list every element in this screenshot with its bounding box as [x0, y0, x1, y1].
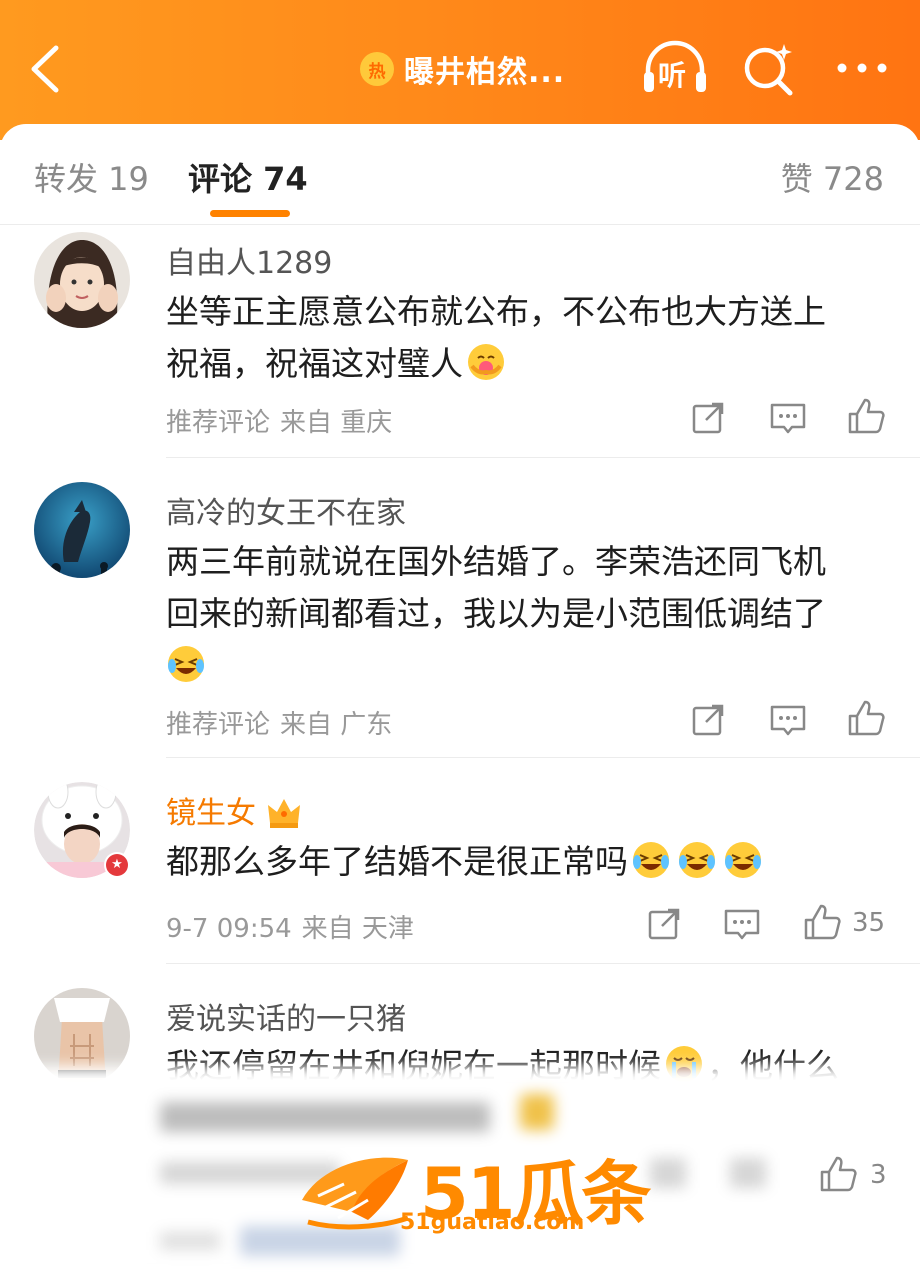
topic-title: 曝井柏然...: [404, 55, 566, 90]
username-text: 镜生女: [166, 796, 256, 831]
like-count: 3: [870, 1160, 887, 1190]
comment-text-line: 回来的新闻都看过，我以为是小范围低调结了: [166, 594, 826, 633]
blurred-emoji: [520, 1094, 554, 1130]
avatar[interactable]: [34, 232, 130, 328]
watermark-url: 51guatiao.com: [400, 1210, 585, 1235]
comment-meta: 推荐评论 来自 广东: [166, 704, 402, 741]
vip-badge: ★: [104, 852, 130, 878]
comment-text-fragment: 祝福，祝福这对璧人: [166, 344, 463, 383]
comment-text: 两三年前就说在国外结婚了。李荣浩还同飞机 回来的新闻都看过，我以为是小范围低调结…: [166, 536, 886, 692]
hot-badge: 热: [360, 52, 394, 86]
search-sparkle-icon[interactable]: [740, 40, 796, 96]
comment-text-line-2: 祝福，祝福这对璧人: [166, 338, 886, 390]
divider: [166, 457, 920, 458]
tab-comment[interactable]: 评论 74: [188, 154, 308, 200]
comment-time: 9-7 09:54: [166, 914, 292, 944]
more-dots-icon[interactable]: [836, 56, 888, 80]
like-icon[interactable]: [846, 396, 886, 436]
comment-meta: 推荐评论 来自 重庆: [166, 402, 402, 439]
share-icon[interactable]: [688, 700, 728, 740]
blurred-icon: [650, 1158, 686, 1188]
comment-meta: 9-7 09:54 来自 天津: [166, 908, 424, 945]
avatar[interactable]: [34, 482, 130, 578]
comment-text: 都那么多年了结婚不是很正常吗: [166, 836, 886, 888]
avatar[interactable]: ★: [34, 782, 130, 878]
username[interactable]: 高冷的女王不在家: [166, 488, 406, 532]
star-icon: ★: [106, 854, 128, 876]
comment-location: 来自 重庆: [280, 408, 393, 438]
laugh-cry-emoji-icon: [633, 842, 669, 878]
username[interactable]: 镜生女: [166, 788, 302, 832]
like-icon[interactable]: [818, 1154, 858, 1194]
reply-icon[interactable]: [722, 904, 762, 944]
comment-location: 来自 天津: [301, 914, 414, 944]
laugh-cry-emoji-icon: [168, 646, 204, 682]
comment-text-line: [166, 640, 886, 692]
tab-active-indicator: [210, 210, 290, 217]
username[interactable]: 爱说实话的一只猪: [166, 994, 406, 1038]
share-icon[interactable]: [644, 904, 684, 944]
reply-icon[interactable]: [768, 700, 808, 740]
header-bar: 热 曝井柏然... 听: [0, 0, 920, 140]
topic-title-group[interactable]: 热 曝井柏然...: [360, 46, 565, 92]
divider: [166, 757, 920, 758]
listen-button[interactable]: 听: [640, 38, 710, 98]
comment-tag: 推荐评论: [166, 710, 271, 740]
comment-text-fragment: 都那么多年了结婚不是很正常吗: [166, 842, 628, 881]
comment-text: 坐等正主愿意公布就公布，不公布也大方送上 祝福，祝福这对璧人: [166, 286, 886, 390]
like-count: 35: [852, 908, 886, 938]
crown-icon: [267, 799, 300, 828]
comment-location: 来自 广东: [280, 710, 393, 740]
like-icon[interactable]: [846, 698, 886, 738]
laugh-cry-emoji-icon: [679, 842, 715, 878]
tab-bar: 转发 19 评论 74 赞 728: [0, 124, 920, 225]
comment-text-line: 两三年前就说在国外结婚了。李荣浩还同飞机: [166, 542, 826, 581]
comment-text-line: 都那么多年了结婚不是很正常吗: [166, 836, 886, 888]
hug-emoji-icon: [468, 344, 504, 380]
blurred-text: [160, 1102, 490, 1132]
divider: [166, 963, 920, 964]
laugh-cry-emoji-icon: [725, 842, 761, 878]
listen-label: 听: [658, 59, 687, 92]
tab-repost[interactable]: 转发 19: [34, 154, 149, 200]
reply-icon[interactable]: [768, 398, 808, 438]
like-icon[interactable]: [802, 902, 842, 942]
comment-text-line: 坐等正主愿意公布就公布，不公布也大方送上: [166, 292, 826, 331]
username[interactable]: 自由人1289: [166, 238, 332, 282]
tab-like[interactable]: 赞 728: [781, 154, 884, 200]
blurred-text: [160, 1232, 220, 1250]
comment-tag: 推荐评论: [166, 408, 271, 438]
blurred-icon: [730, 1158, 766, 1188]
share-icon[interactable]: [688, 398, 728, 438]
chevron-left-icon[interactable]: [26, 42, 66, 96]
